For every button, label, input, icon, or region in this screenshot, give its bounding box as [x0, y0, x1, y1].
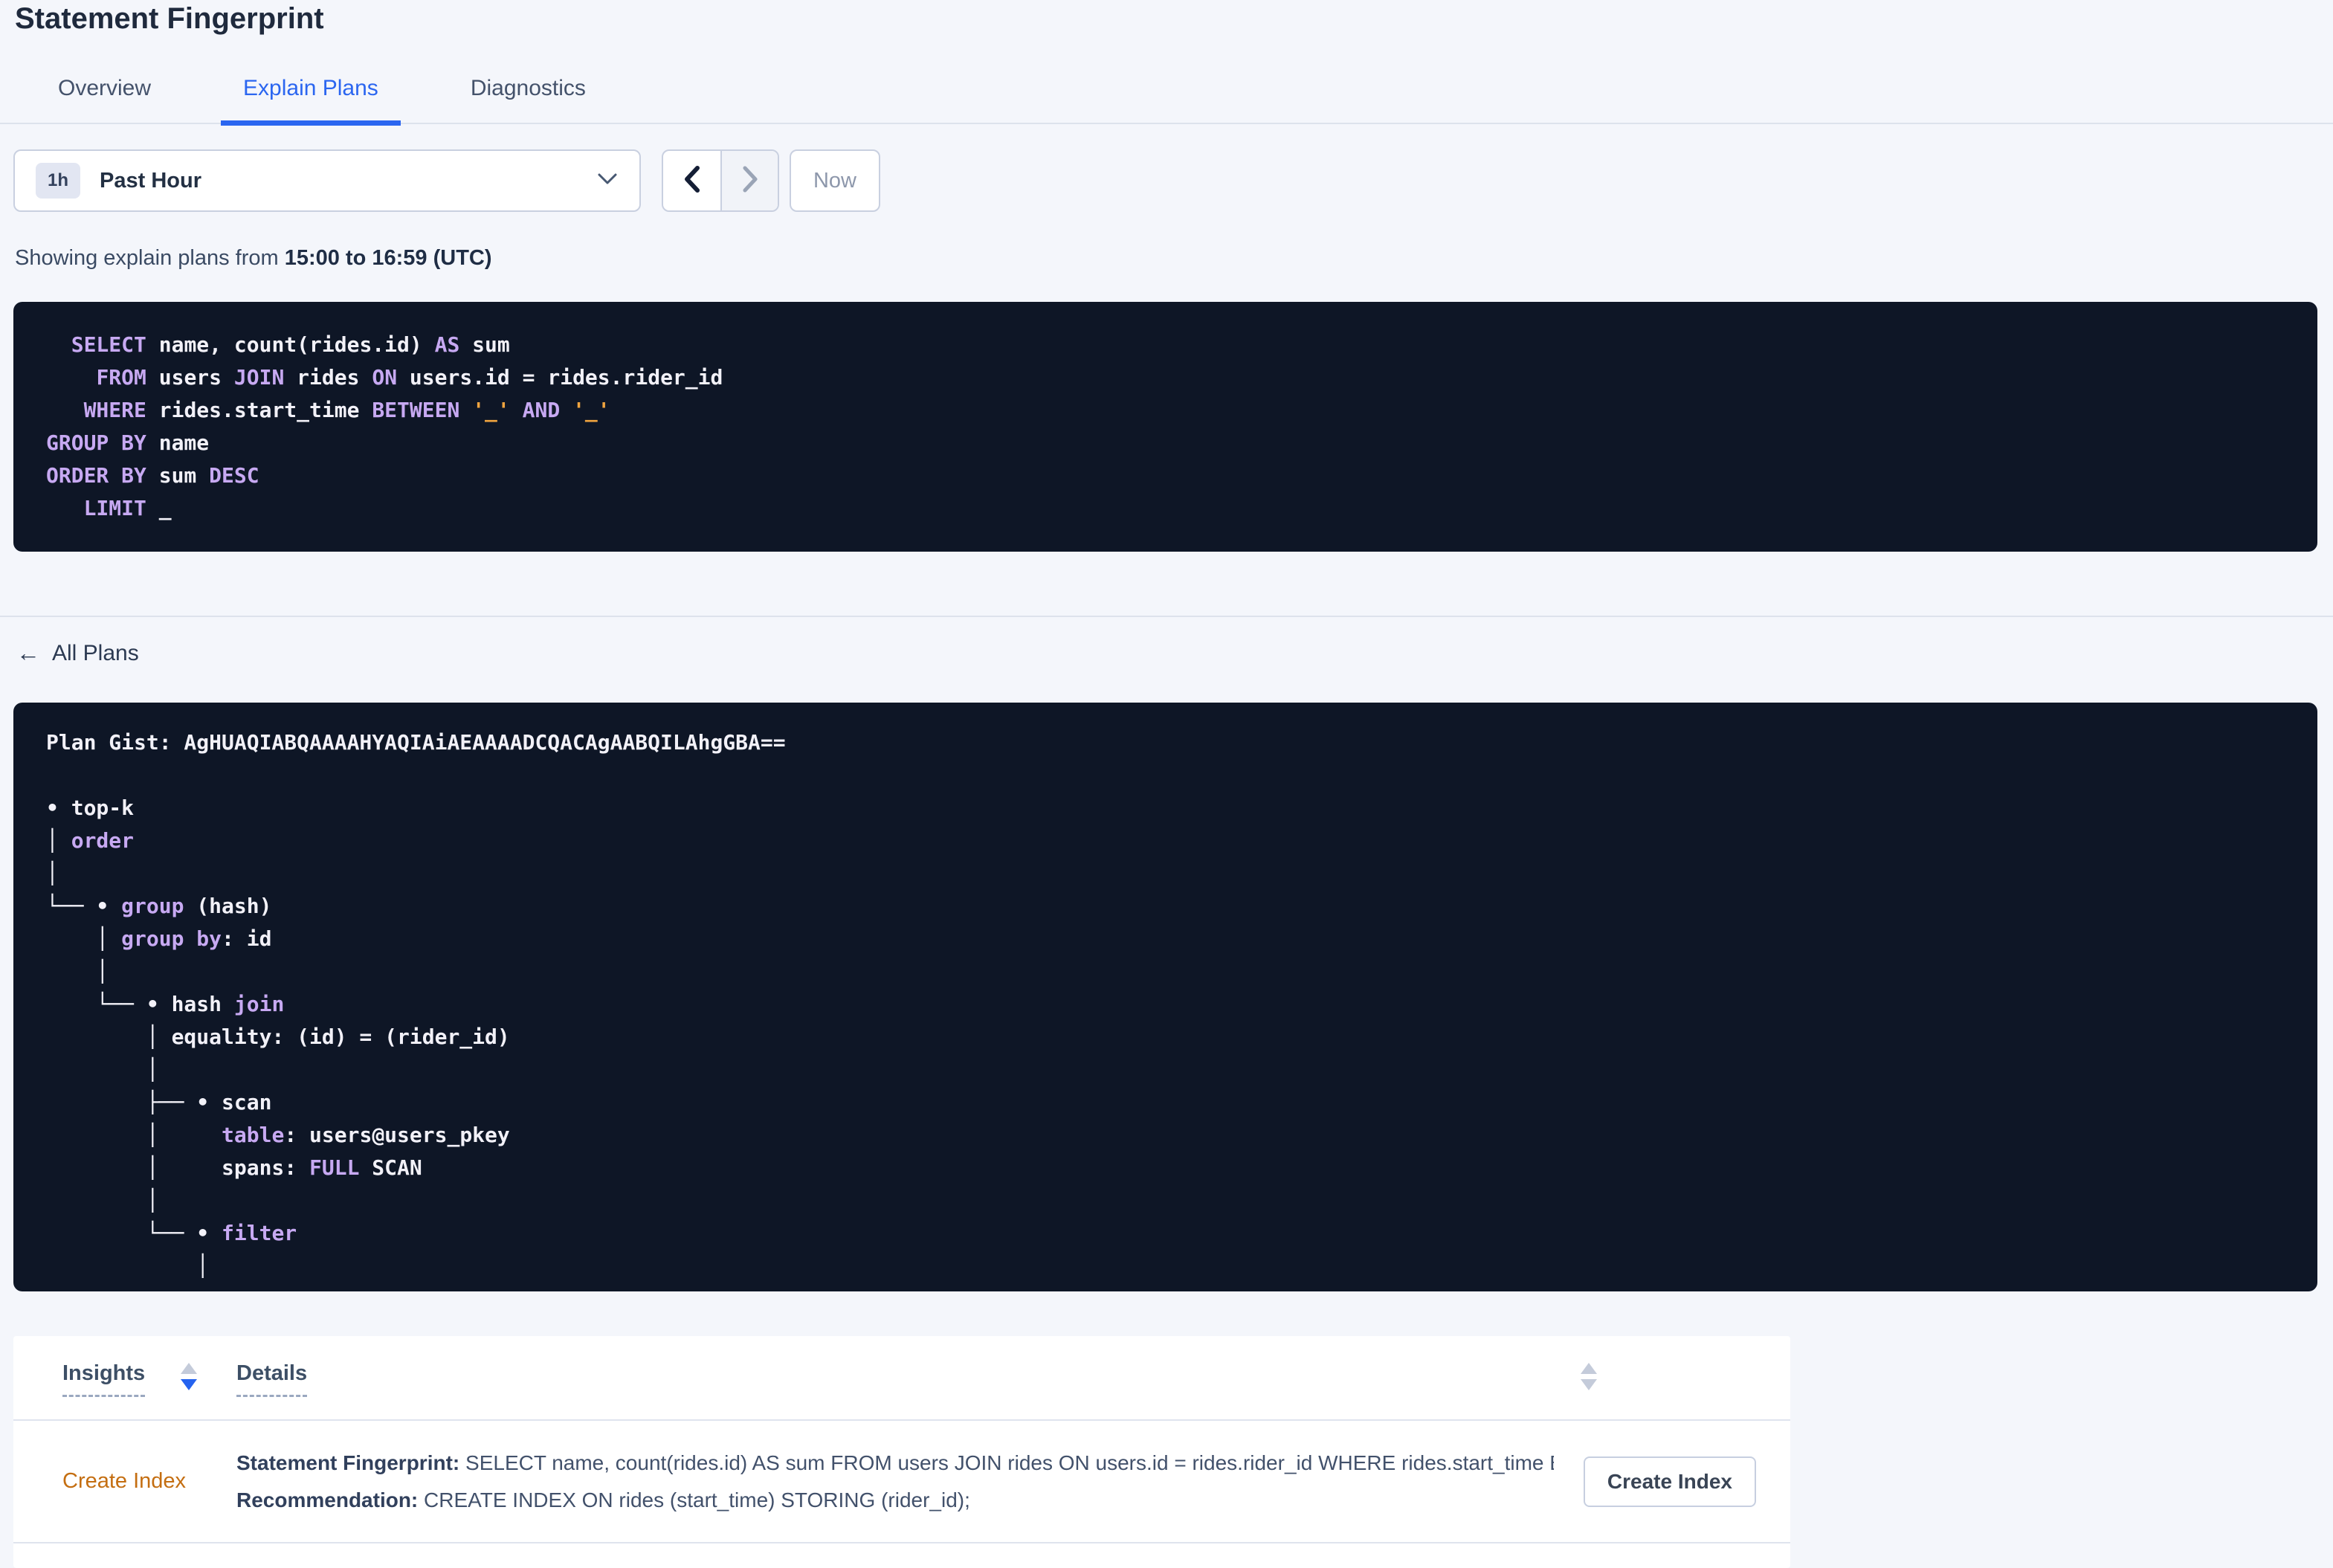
insights-card: Insights Details Create Index Statement …	[13, 1336, 1790, 1568]
caption-range: 15:00 to 16:59 (UTC)	[284, 246, 492, 270]
create-index-button[interactable]: Create Index	[1583, 1456, 1756, 1507]
sql-statement-box: SELECT name, count(rides.id) AS sum FROM…	[13, 302, 2317, 552]
section-divider	[0, 616, 2333, 617]
caption-prefix: Showing explain plans from	[15, 246, 285, 270]
tab-explain-plans[interactable]: Explain Plans	[221, 76, 401, 126]
showing-range-caption: Showing explain plans from 15:00 to 16:5…	[15, 246, 2333, 271]
chevron-left-icon	[682, 163, 703, 199]
recommendation-label: Recommendation:	[236, 1488, 419, 1511]
now-button[interactable]: Now	[790, 149, 880, 212]
sort-asc-icon	[181, 1363, 198, 1374]
plan-tree: • top-k │ order │ └── • group (hash) │ grou…	[46, 796, 510, 1278]
tab-diagnostics[interactable]: Diagnostics	[448, 76, 608, 126]
time-range-badge: 1h	[36, 163, 81, 199]
chevron-right-icon	[740, 163, 761, 199]
page-title: Statement Fingerprint	[15, 2, 324, 35]
all-plans-label: All Plans	[52, 640, 139, 665]
recommendation-text: CREATE INDEX ON rides (start_time) STORI…	[418, 1488, 970, 1511]
plan-gist-text: Plan Gist: AgHUAQIABQAAAAHYAQIAiAEAAAADC…	[46, 730, 786, 755]
insight-details: Statement Fingerprint: SELECT name, coun…	[236, 1445, 1554, 1519]
statement-fingerprint-line: Statement Fingerprint: SELECT name, coun…	[236, 1445, 1554, 1482]
back-arrow-icon: ←	[16, 639, 40, 666]
sort-asc-icon	[1581, 1363, 1597, 1374]
details-column-header: Details	[236, 1361, 1755, 1397]
details-sort-icon[interactable]	[1581, 1363, 1597, 1390]
fingerprint-label: Statement Fingerprint:	[236, 1451, 460, 1474]
time-picker-row: 1h Past Hour Now	[13, 149, 2317, 212]
insights-column-header: Insights	[62, 1361, 236, 1397]
tab-bar: Overview Explain Plans Diagnostics	[0, 76, 2333, 126]
sort-desc-icon	[181, 1379, 198, 1390]
insight-row: Create Index Statement Fingerprint: SELE…	[13, 1419, 1790, 1543]
time-range-label: Past Hour	[100, 168, 201, 193]
recommendation-line: Recommendation: CREATE INDEX ON rides (s…	[236, 1482, 1554, 1519]
insights-sort-icon[interactable]	[181, 1363, 198, 1390]
insights-header-label[interactable]: Insights	[62, 1361, 146, 1397]
all-plans-back-link[interactable]: ← All Plans	[16, 639, 139, 667]
details-header-label[interactable]: Details	[236, 1361, 308, 1397]
time-step-button-group	[662, 149, 779, 212]
next-range-button[interactable]	[720, 151, 778, 210]
fingerprint-text: SELECT name, count(rides.id) AS sum FROM…	[465, 1451, 1554, 1474]
chevron-down-icon	[596, 172, 619, 190]
sort-desc-icon	[1581, 1379, 1597, 1390]
tab-overview[interactable]: Overview	[36, 76, 173, 126]
plan-gist-box: Plan Gist: AgHUAQIABQAAAAHYAQIAiAEAAAADC…	[13, 703, 2317, 1291]
insight-type-link[interactable]: Create Index	[62, 1469, 236, 1494]
insights-table-header: Insights Details	[13, 1336, 1790, 1419]
time-range-dropdown[interactable]: 1h Past Hour	[13, 149, 641, 212]
previous-range-button[interactable]	[663, 151, 720, 210]
